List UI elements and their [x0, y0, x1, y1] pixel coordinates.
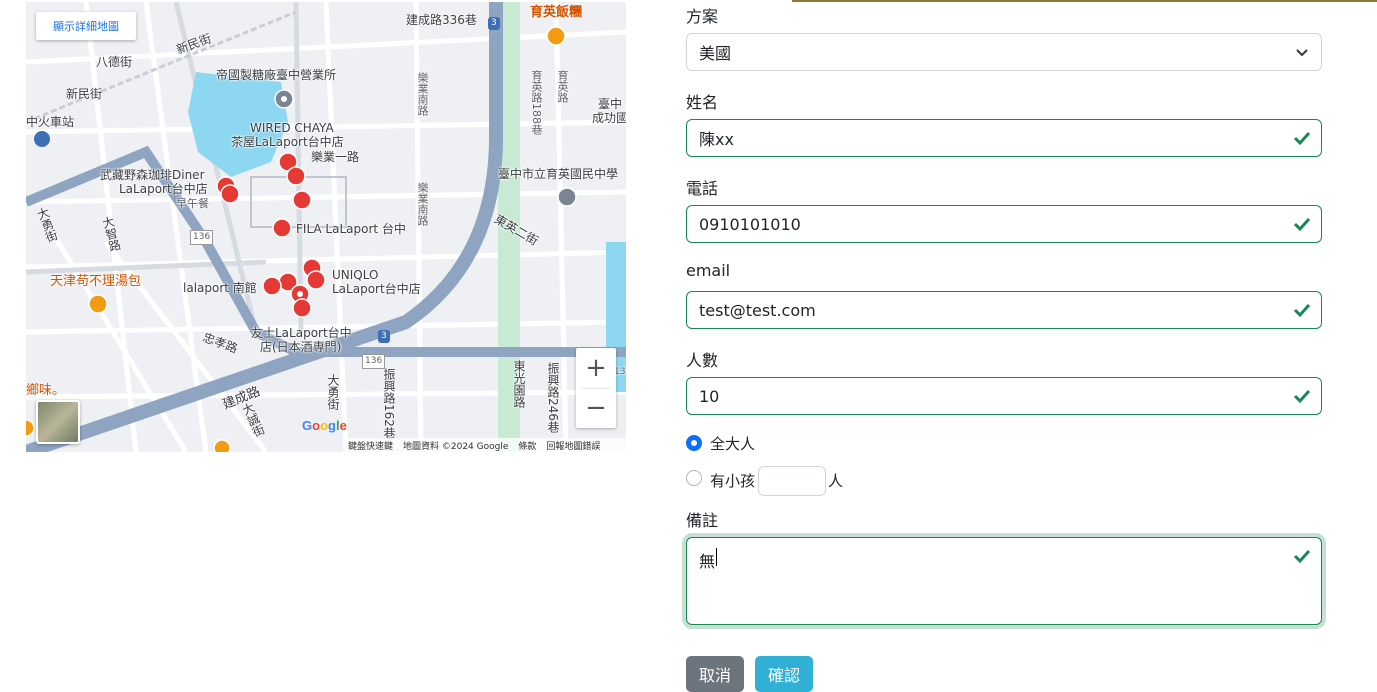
radio-with-kids-label: 有小孩	[710, 472, 756, 490]
note-textarea[interactable]: 無	[686, 537, 1322, 625]
note-label: 備註	[686, 511, 719, 530]
zoom-out-button[interactable]: −	[576, 388, 616, 428]
check-icon	[1293, 549, 1311, 564]
google-logo: Google	[302, 418, 347, 433]
zoom-in-button[interactable]: +	[576, 348, 616, 388]
phone-input[interactable]: 0910101010	[686, 205, 1322, 243]
confirm-button[interactable]: 確認	[755, 656, 813, 692]
radio-all-adults-label: 全大人	[710, 435, 756, 453]
radio-all-adults[interactable]	[686, 435, 702, 451]
name-label: 姓名	[686, 93, 719, 112]
zoom-separator	[582, 388, 610, 389]
keyboard-shortcuts-link[interactable]: 鍵盤快速鍵	[348, 439, 393, 452]
text-caret	[716, 548, 718, 566]
phone-label: 電話	[686, 179, 719, 198]
note-textarea-value: 無	[699, 552, 716, 571]
radio-with-kids[interactable]	[686, 470, 702, 486]
google-map[interactable]: 建成路336巷 育英飯糰 新民街 八德街 新民街 中火車站 帝國製糖廠臺中營業所…	[26, 2, 626, 452]
satellite-toggle[interactable]	[36, 400, 80, 444]
map-footer: 鍵盤快速鍵 地圖資料 ©2024 Google 條款 回報地圖錯誤	[344, 438, 626, 452]
check-icon	[1293, 217, 1311, 232]
people-input[interactable]: 10	[686, 377, 1322, 415]
people-input-value: 10	[699, 386, 720, 406]
zoom-controls: + −	[576, 348, 616, 428]
chevron-down-icon	[1296, 49, 1308, 57]
email-input-value: test@test.com	[699, 300, 816, 320]
name-input-value: 陳xx	[699, 130, 734, 149]
check-icon	[1293, 389, 1311, 404]
name-input[interactable]: 陳xx	[686, 119, 1322, 157]
cancel-button[interactable]: 取消	[686, 656, 744, 692]
phone-input-value: 0910101010	[699, 214, 801, 234]
poi-markers	[26, 26, 577, 452]
map-data-attribution: 地圖資料 ©2024 Google	[403, 441, 509, 452]
plan-select-value: 美國	[699, 44, 732, 63]
plan-select[interactable]: 美國	[686, 33, 1322, 71]
email-input[interactable]: test@test.com	[686, 291, 1322, 329]
check-icon	[1293, 303, 1311, 318]
report-error-link[interactable]: 回報地圖錯誤	[546, 439, 600, 452]
email-label: email	[686, 261, 731, 280]
view-larger-map-link[interactable]: 顯示詳細地圖	[36, 12, 136, 40]
kids-count-input[interactable]	[758, 466, 826, 496]
check-icon	[1293, 131, 1311, 146]
plan-label: 方案	[686, 7, 719, 26]
people-label: 人數	[686, 351, 719, 370]
kids-unit-label: 人	[828, 472, 844, 490]
top-image-strip	[792, 0, 1377, 2]
terms-link[interactable]: 條款	[518, 439, 536, 452]
